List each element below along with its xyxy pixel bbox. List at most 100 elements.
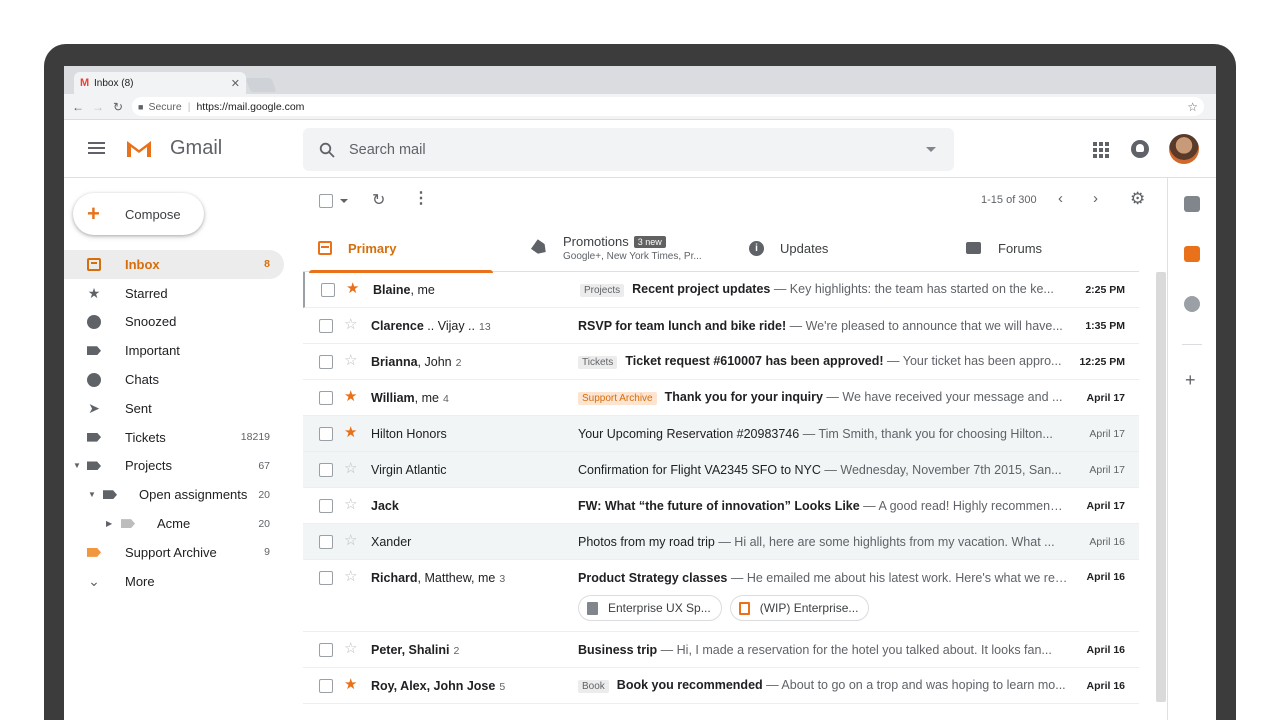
row-checkbox[interactable] [319,679,333,693]
star-icon[interactable]: ☆ [344,317,357,332]
table-row[interactable]: ☆ Richard, Matthew, me 3 Product Strategy c… [303,560,1139,632]
star-icon[interactable]: ☆ [344,569,357,584]
reload-icon[interactable]: ↻ [108,100,128,114]
row-checkbox[interactable] [319,391,333,405]
bookmark-star-icon[interactable]: ☆ [1187,100,1198,114]
address-bar-row: ← → ↻ ■ Secure | https://mail.google.com… [64,94,1216,120]
list-scrollbar[interactable] [1156,272,1166,702]
omnibox[interactable]: ■ Secure | https://mail.google.com ☆ [132,97,1204,116]
apps-grid-icon[interactable] [1093,142,1109,158]
select-options-icon[interactable] [340,199,348,203]
label-chip[interactable]: Book [578,680,609,693]
sender-name: Virgin Atlantic [371,462,447,477]
sidebar-item-open-assignments[interactable]: ▼ Open assignments 20 [64,480,284,509]
table-row[interactable]: ★ Blaine, me Projects Recent project update… [303,272,1139,308]
label-chip[interactable]: Tickets [578,356,618,369]
mail-date: April 16 [1089,535,1125,548]
compose-button[interactable]: + Compose [73,193,204,235]
tab-promotions[interactable]: Promotions 3 new Google+, New York Times… [533,224,702,272]
back-icon[interactable]: ← [68,100,88,114]
table-row[interactable]: ★ Roy, Alex, John Jose 5 Book Book you recom… [303,668,1139,704]
plus-icon: + [87,201,100,226]
star-icon[interactable]: ☆ [344,533,357,548]
label-chip[interactable]: Projects [580,284,625,297]
sidebar-item-more[interactable]: ⌄ More [64,567,284,596]
table-row[interactable]: ☆ Jack FW: What “the future of innovation”… [303,488,1139,524]
sidebar-item-inbox[interactable]: Inbox 8 [64,250,284,279]
sidebar-item-label: Important [125,343,180,359]
row-checkbox[interactable] [319,499,333,513]
table-row[interactable]: ★ William, me 4 Support Archive Thank you fo… [303,380,1139,416]
table-row[interactable]: ☆ Clarence .. Vijay .. 13 RSVP for team lun… [303,308,1139,344]
calendar-icon[interactable] [1184,196,1200,212]
tasks-icon[interactable] [1184,296,1200,312]
expand-arrow-icon[interactable]: ▼ [88,490,96,499]
keep-icon[interactable] [1184,246,1200,262]
row-checkbox[interactable] [319,571,333,585]
more-options-icon[interactable]: ⋮ [413,188,429,208]
star-icon[interactable]: ★ [344,425,357,440]
table-row[interactable]: ☆ Virgin Atlantic Confirmation for Flight … [303,452,1139,488]
refresh-icon[interactable]: ↻ [372,190,385,210]
sidebar-item-starred[interactable]: ★ Starred [64,279,284,308]
sidebar-item-support-archive[interactable]: Support Archive 9 [64,538,284,567]
attachment-chip[interactable]: (WIP) Enterprise... [729,595,870,621]
star-icon[interactable]: ☆ [344,353,357,368]
table-row[interactable]: ☆ Xander Photos from my road trip — Hi all… [303,524,1139,560]
row-checkbox[interactable] [319,427,333,441]
tab-forums[interactable]: Forums [966,224,1042,272]
row-checkbox[interactable] [319,535,333,549]
search-icon[interactable] [319,142,335,158]
attachment-chip[interactable]: Enterprise UX Sp... [578,595,722,621]
search-bar[interactable]: Search mail [303,128,954,171]
notifications-icon[interactable] [1131,140,1149,158]
row-checkbox[interactable] [319,643,333,657]
table-row[interactable]: ★ Hilton Honors Your Upcoming Reservation … [303,416,1139,452]
mail-date: April 17 [1089,427,1125,440]
add-addon-icon[interactable]: + [1185,371,1196,389]
star-icon[interactable]: ★ [344,389,357,404]
sidebar-item-projects[interactable]: ▼ Projects 67 [64,452,284,481]
row-checkbox[interactable] [321,283,335,297]
table-row[interactable]: ☆ Brianna, John 2 Tickets Ticket request #61… [303,344,1139,380]
avatar[interactable] [1169,134,1199,164]
label-icon [118,516,138,532]
sidebar-item-snoozed[interactable]: Snoozed [64,308,284,337]
expand-arrow-icon[interactable]: ▼ [73,461,81,470]
sidebar-item-chats[interactable]: Chats [64,365,284,394]
sidebar-item-acme[interactable]: ▶ Acme 20 [64,509,284,538]
url-text[interactable]: https://mail.google.com [196,101,1187,113]
browser-tab[interactable]: M Inbox (8) ✕ [74,72,246,94]
row-checkbox[interactable] [319,463,333,477]
forward-icon[interactable]: → [88,100,108,114]
mail-subject: Product Strategy classes [578,571,728,585]
sidebar-item-important[interactable]: Important [64,336,284,365]
sidebar-item-count: 8 [264,258,270,271]
star-icon[interactable]: ★ [346,281,359,296]
next-page-icon[interactable]: › [1093,190,1098,207]
previous-page-icon[interactable]: ‹ [1058,190,1063,207]
sidebar-item-tickets[interactable]: Tickets 18219 [64,423,284,452]
screen: M Inbox (8) ✕ ← → ↻ ■ Secure | https://m… [64,66,1216,720]
new-tab-button[interactable] [245,78,277,92]
close-tab-icon[interactable]: ✕ [231,77,240,90]
star-icon[interactable]: ☆ [344,461,357,476]
collapsed-arrow-icon[interactable]: ▶ [106,519,112,528]
tab-updates[interactable]: i Updates [749,224,828,272]
star-icon[interactable]: ☆ [344,497,357,512]
star-icon[interactable]: ☆ [344,641,357,656]
settings-gear-icon[interactable]: ⚙ [1130,189,1145,209]
chat-icon [84,372,104,388]
star-icon[interactable]: ★ [344,677,357,692]
sidebar-item-sent[interactable]: ➤ Sent [64,394,284,423]
select-all-checkbox[interactable] [319,194,333,208]
row-checkbox[interactable] [319,319,333,333]
table-row[interactable]: ☆ Peter, Shalini 2 Business trip — Hi, I ma… [303,632,1139,668]
tab-primary[interactable]: Primary [309,224,493,273]
search-input[interactable]: Search mail [349,142,926,158]
label-chip[interactable]: Support Archive [578,392,657,405]
main-menu-icon[interactable] [88,142,105,154]
row-checkbox[interactable] [319,355,333,369]
sender-others: , Matthew, me [417,571,496,585]
search-options-icon[interactable] [926,147,936,152]
